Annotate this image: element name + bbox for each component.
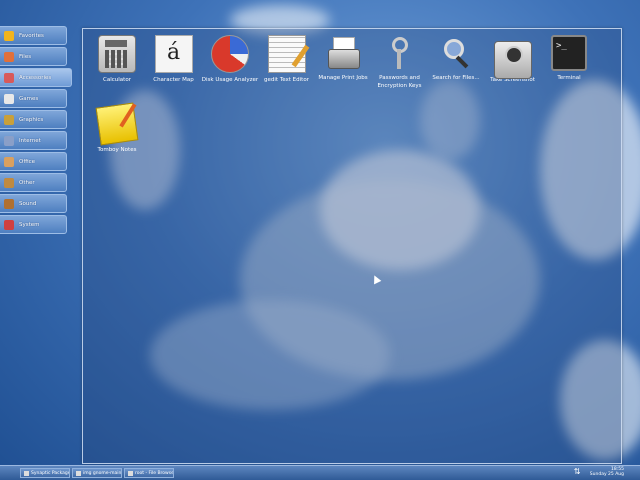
taskbar-task[interactable]: Synaptic Package Ma...: [20, 468, 70, 478]
star-icon: [4, 30, 14, 41]
sidebar-item-label: Graphics: [19, 116, 44, 123]
taskbar-task-label: img gnome-mainmenu...: [83, 470, 122, 476]
printer-icon: [325, 35, 361, 71]
sidebar-item-internet[interactable]: Internet: [0, 131, 67, 150]
window-icon: [24, 470, 29, 476]
app-launcher-notes[interactable]: Tomboy Notes: [84, 102, 150, 154]
accessories-icon: [4, 72, 14, 83]
sidebar-item-sound[interactable]: Sound: [0, 194, 67, 213]
taskbar-task[interactable]: img gnome-mainmenu...: [72, 468, 122, 478]
internet-icon: [4, 135, 14, 146]
other-icon: [4, 177, 14, 188]
taskbar: Synaptic Package Ma... img gnome-mainmenu…: [0, 465, 640, 480]
sidebar-item-label: Office: [19, 158, 36, 165]
folder-icon: [4, 51, 14, 62]
sidebar-item-label: Favorites: [19, 32, 44, 39]
sidebar-item-files[interactable]: Files: [0, 47, 67, 66]
sidebar-item-label: Accessories: [19, 74, 52, 81]
notes-icon: [95, 102, 139, 146]
app-label: Tomboy Notes: [97, 147, 137, 153]
calculator-icon: [98, 35, 136, 73]
keys-icon: [382, 35, 418, 71]
taskbar-task-label: root - File Browser: [135, 470, 174, 476]
app-launcher-terminal[interactable]: >_ Terminal: [536, 35, 602, 82]
disk-usage-icon: [211, 35, 249, 73]
sidebar-item-office[interactable]: Office: [0, 152, 67, 171]
clock[interactable]: 18:55 Sunday 25 Aug: [590, 467, 624, 477]
sidebar-item-system[interactable]: System: [0, 215, 67, 234]
sidebar-item-label: Other: [19, 179, 35, 186]
sidebar-item-favorites[interactable]: Favorites: [0, 26, 67, 45]
search-icon: [438, 35, 474, 71]
sidebar-item-accessories[interactable]: Accessories: [0, 68, 72, 87]
network-icon[interactable]: ⇅: [574, 468, 582, 476]
app-label: Terminal: [557, 75, 581, 81]
window-icon: [128, 470, 133, 476]
office-icon: [4, 156, 14, 167]
terminal-icon: >_: [551, 35, 587, 71]
sidebar-item-label: Games: [19, 95, 39, 102]
text-editor-icon: [267, 35, 306, 73]
category-sidebar: Favorites Files Accessories Games Graphics In…: [0, 26, 72, 236]
window-icon: [76, 470, 81, 476]
clock-date: Sunday 25 Aug: [589, 472, 624, 477]
sidebar-item-label: Sound: [19, 200, 37, 207]
sidebar-item-other[interactable]: Other: [0, 173, 67, 192]
character-map-icon: á: [154, 35, 193, 73]
sound-icon: [4, 198, 14, 209]
sidebar-item-graphics[interactable]: Graphics: [0, 110, 67, 129]
camera-icon: [493, 41, 532, 79]
applications-panel: Calculator á Character Map Disk Usage Analy…: [82, 28, 622, 464]
games-icon: [4, 93, 14, 104]
taskbar-task[interactable]: root - File Browser: [124, 468, 174, 478]
system-tray: ⇅ 18:55 Sunday 25 Aug: [574, 467, 624, 477]
sidebar-item-label: Files: [19, 53, 32, 60]
graphics-icon: [4, 114, 14, 125]
sidebar-item-games[interactable]: Games: [0, 89, 67, 108]
taskbar-task-label: Synaptic Package Ma...: [31, 470, 70, 476]
sidebar-item-label: Internet: [19, 137, 41, 144]
system-icon: [4, 219, 14, 230]
sidebar-item-label: System: [19, 221, 40, 228]
